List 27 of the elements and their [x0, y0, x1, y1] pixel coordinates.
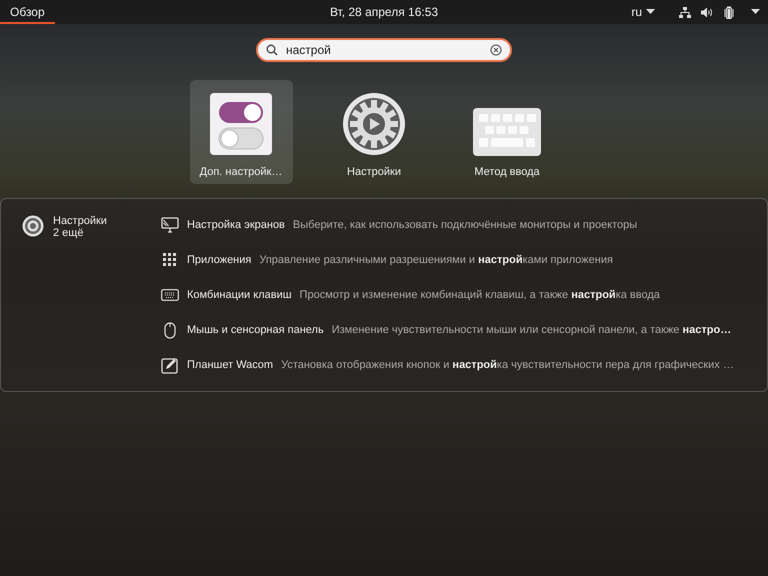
keyboard-layout-button[interactable]: ru	[631, 5, 642, 19]
caret-icon[interactable]	[751, 9, 760, 15]
network-icon[interactable]	[679, 6, 691, 18]
volume-icon[interactable]	[701, 6, 713, 18]
app-launcher[interactable]: Доп. настройк…	[190, 80, 292, 184]
battery-icon[interactable]	[723, 6, 735, 18]
clock-button[interactable]: Вт, 28 апреля 16:53	[330, 5, 438, 19]
result-item[interactable]: Приложения Управление различными разрешениями и настройками приложения	[161, 250, 734, 270]
result-item[interactable]: Мышь и сенсорная панель Изменение чувствительности мыши или сенсорной панели, а также настро…	[161, 320, 734, 340]
search-icon	[266, 44, 278, 56]
keyboard-icon	[473, 108, 541, 156]
clear-icon[interactable]	[490, 44, 502, 56]
provider-name: Настройки	[53, 215, 107, 227]
caret-icon[interactable]	[646, 9, 655, 15]
result-item[interactable]: Планшет Wacom Установка отображения кнопок и настройка чувствительности пера для графических …	[161, 355, 734, 375]
keyboard-icon	[161, 289, 179, 301]
result-item[interactable]: Комбинации клавиш Просмотр и изменение комбинаций клавиш, а также настройка ввода	[161, 285, 734, 305]
app-grid-icon	[161, 253, 179, 267]
monitor-icon	[161, 217, 179, 233]
search-field[interactable]: настрой	[256, 38, 512, 62]
more-count: 2 ещё	[53, 227, 84, 239]
app-launcher[interactable]: Настройки	[322, 80, 426, 184]
toggle-switches-icon	[209, 92, 273, 156]
activities-button[interactable]: Обзор	[0, 0, 55, 24]
tablet-pen-icon	[161, 356, 179, 374]
result-item[interactable]: Настройка экранов Выберите, как использовать подключённые мониторы и проекторы	[161, 215, 734, 235]
app-launcher[interactable]: Метод ввода	[456, 80, 558, 184]
